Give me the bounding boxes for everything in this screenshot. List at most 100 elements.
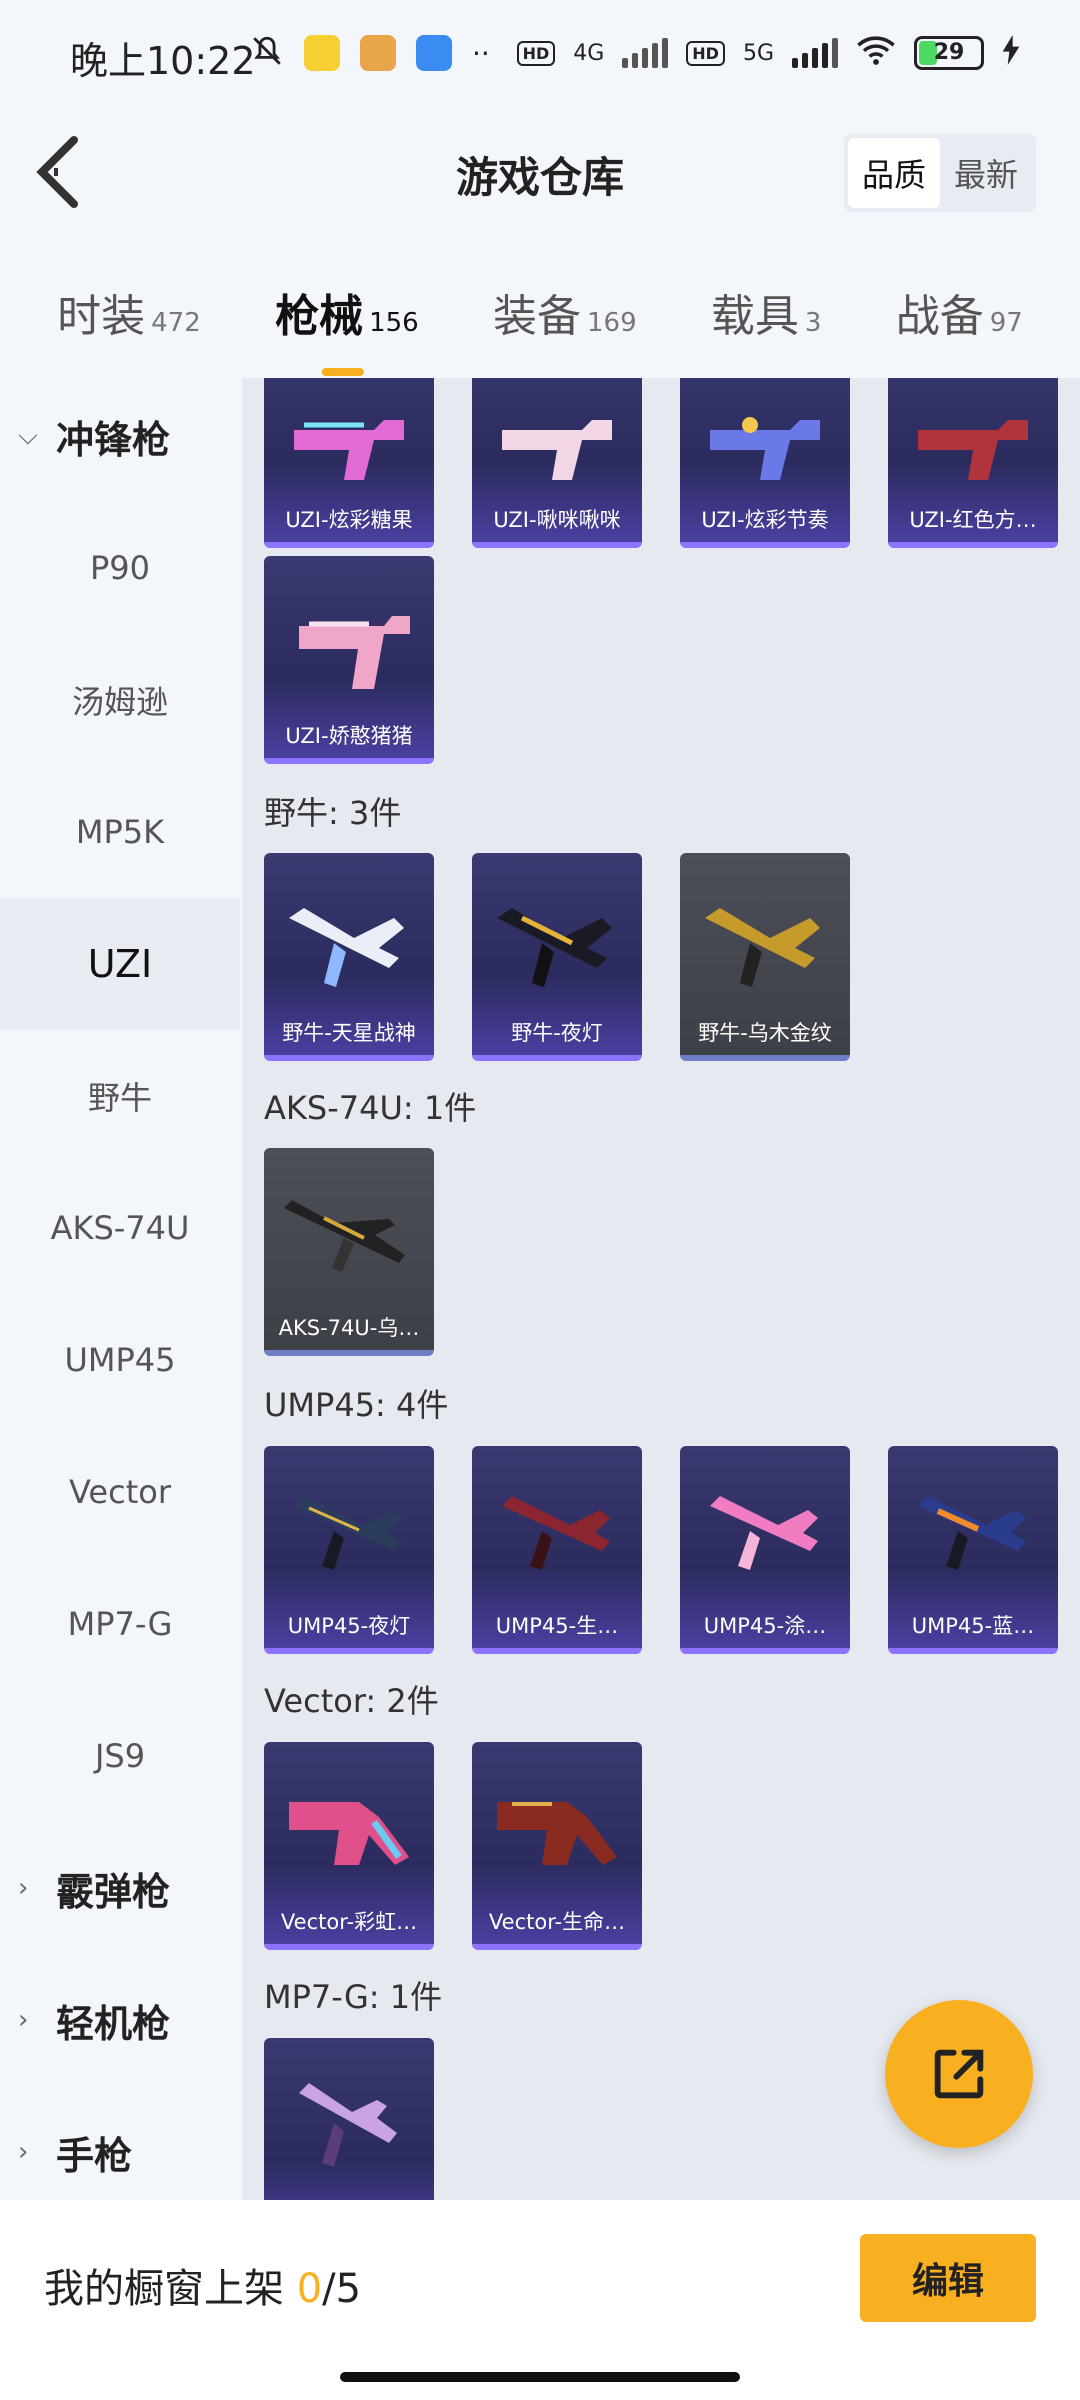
sidebar-item-uzi[interactable]: UZI: [0, 898, 240, 1030]
gun-image: [482, 1476, 632, 1596]
showcase-label: 我的橱窗上架: [44, 2266, 284, 2312]
wifi-icon: [856, 34, 896, 72]
tab-fashion[interactable]: 时装 472: [57, 250, 201, 344]
tab-supplies[interactable]: 战备 97: [896, 250, 1023, 344]
chevron-right-icon: ›: [18, 1873, 29, 1903]
skin-card[interactable]: AKS-74U-乌…: [264, 1148, 434, 1356]
skin-name: UMP45-蓝…: [911, 1614, 1035, 1638]
tab-vehicles[interactable]: 载具 3: [711, 250, 822, 344]
edit-button[interactable]: 编辑: [860, 2234, 1036, 2322]
skin-name: UZI-啾咪啾咪: [493, 508, 621, 532]
skin-card[interactable]: Vector-彩虹…: [264, 1742, 434, 1950]
showcase-status: 我的橱窗上架 0/5: [44, 2256, 361, 2314]
tab-count: 156: [369, 308, 419, 338]
skin-name: UMP45-涂…: [703, 1614, 827, 1638]
sidebar-group-lmg[interactable]: › 轻机枪: [0, 1954, 240, 2086]
sidebar-item-vector[interactable]: Vector: [0, 1426, 240, 1558]
skin-card[interactable]: UZI-啾咪啾咪: [472, 378, 642, 548]
battery-icon: 29: [914, 36, 984, 70]
app-icon-blue: [416, 35, 452, 71]
gun-image: [690, 1476, 840, 1596]
gun-image: [482, 378, 632, 490]
sidebar-group-shotgun[interactable]: › 霰弹枪: [0, 1822, 240, 1954]
skin-card[interactable]: UMP45-蓝…: [888, 1446, 1058, 1654]
net-type-2: 5G: [742, 40, 774, 66]
sort-latest-button[interactable]: 最新: [940, 138, 1032, 208]
tab-count: 97: [989, 308, 1023, 338]
gun-image: [690, 883, 840, 1003]
sidebar-group-smg[interactable]: ⌵ 冲锋枪: [0, 370, 240, 502]
skin-name: UZI-娇憨猪猪: [285, 724, 413, 748]
skin-card[interactable]: UZI-娇憨猪猪: [264, 556, 434, 764]
skin-card[interactable]: UZI-炫彩糖果: [264, 378, 434, 548]
skin-name: Vector-生命…: [488, 1910, 626, 1934]
share-fab-button[interactable]: [885, 2000, 1033, 2148]
status-right: HD 4G HD 5G 29: [516, 34, 1020, 72]
gun-image: [274, 1476, 424, 1596]
sidebar-group-label: 冲锋枪: [56, 417, 171, 462]
skin-name: AKS-74U-乌…: [278, 1316, 420, 1340]
tab-equipment[interactable]: 装备 169: [493, 250, 637, 344]
gun-image: [274, 1178, 424, 1298]
skin-name: UMP45-生…: [495, 1614, 619, 1638]
bottom-action-bar: 我的橱窗上架 0/5 编辑: [0, 2200, 1080, 2400]
section-header-ump45: UMP45: 4件: [264, 1386, 449, 1424]
skin-card[interactable]: 野牛-天星战神: [264, 853, 434, 1061]
gun-image: [482, 883, 632, 1003]
gun-image: [274, 883, 424, 1003]
sidebar-item-thompson[interactable]: 汤姆逊: [0, 634, 240, 766]
home-indicator[interactable]: [340, 2372, 740, 2382]
hd-icon: HD: [516, 40, 556, 66]
status-bar: 晚上10:22 ·· HD 4G HD 5G 29: [0, 0, 1080, 110]
gun-image: [898, 378, 1048, 490]
skin-card[interactable]: UZI-炫彩节奏: [680, 378, 850, 548]
sidebar-item-mp5k[interactable]: MP5K: [0, 766, 240, 898]
skin-card[interactable]: Vector-生命…: [472, 1742, 642, 1950]
game-warehouse-screen: 晚上10:22 ·· HD 4G HD 5G 29 游戏仓库 品质 最新 时装 …: [0, 0, 1080, 2400]
tab-label: 战备: [895, 291, 984, 342]
sidebar-item-ump45[interactable]: UMP45: [0, 1294, 240, 1426]
notification-icons: ··: [250, 34, 490, 72]
net-type-1: 4G: [573, 40, 605, 66]
tab-label: 枪械: [275, 291, 364, 342]
skin-card[interactable]: 野牛-夜灯: [472, 853, 642, 1061]
skin-name: UZI-红色方…: [909, 508, 1037, 532]
more-dots-icon: ··: [472, 36, 490, 70]
mute-bell-icon: [250, 34, 284, 72]
tab-count: 169: [586, 308, 637, 338]
skin-name: Vector-彩虹…: [280, 1910, 418, 1934]
skin-card[interactable]: [264, 2038, 434, 2200]
section-header-bison: 野牛: 3件: [264, 794, 402, 832]
sidebar-item-p90[interactable]: P90: [0, 502, 240, 634]
sidebar-group-pistol[interactable]: › 手枪: [0, 2086, 240, 2218]
weapon-skin-list: UZI-炫彩糖果 UZI-啾咪啾咪 UZI-炫彩节奏 UZI-红色方… UZI-…: [242, 378, 1080, 2200]
skin-card[interactable]: 野牛-乌木金纹: [680, 853, 850, 1061]
skin-name: UZI-炫彩节奏: [701, 508, 829, 532]
gun-image: [898, 1476, 1048, 1596]
app-icon-yellow: [304, 35, 340, 71]
sidebar-item-mp7g[interactable]: MP7-G: [0, 1558, 240, 1690]
skin-card[interactable]: UZI-红色方…: [888, 378, 1058, 548]
hd-icon-2: HD: [686, 40, 725, 66]
skin-name: UZI-炫彩糖果: [285, 508, 413, 532]
category-tabs: 时装 472 枪械 156 装备 169 载具 3 战备 97: [0, 250, 1080, 360]
gun-image: [274, 586, 424, 706]
skin-name: 野牛-乌木金纹: [698, 1021, 832, 1045]
skin-card[interactable]: UMP45-涂…: [680, 1446, 850, 1654]
gun-image: [690, 378, 840, 490]
sidebar-item-aks74u[interactable]: AKS-74U: [0, 1162, 240, 1294]
section-header-mp7g: MP7-G: 1件: [264, 1978, 443, 2016]
tab-label: 装备: [492, 291, 581, 342]
skin-card[interactable]: UMP45-生…: [472, 1446, 642, 1654]
tab-guns[interactable]: 枪械 156: [275, 250, 419, 344]
skin-name: 野牛-天星战神: [282, 1021, 416, 1045]
sidebar-item-bison[interactable]: 野牛: [0, 1030, 240, 1162]
skin-card[interactable]: UMP45-夜灯: [264, 1446, 434, 1654]
sidebar-item-js9[interactable]: JS9: [0, 1690, 240, 1822]
sort-toggle: 品质 最新: [843, 134, 1036, 212]
gun-image: [274, 378, 424, 490]
app-icon-orange: [360, 35, 396, 71]
sort-quality-button[interactable]: 品质: [847, 138, 940, 208]
tab-count: 472: [151, 308, 201, 338]
skin-name: 野牛-夜灯: [511, 1021, 603, 1045]
